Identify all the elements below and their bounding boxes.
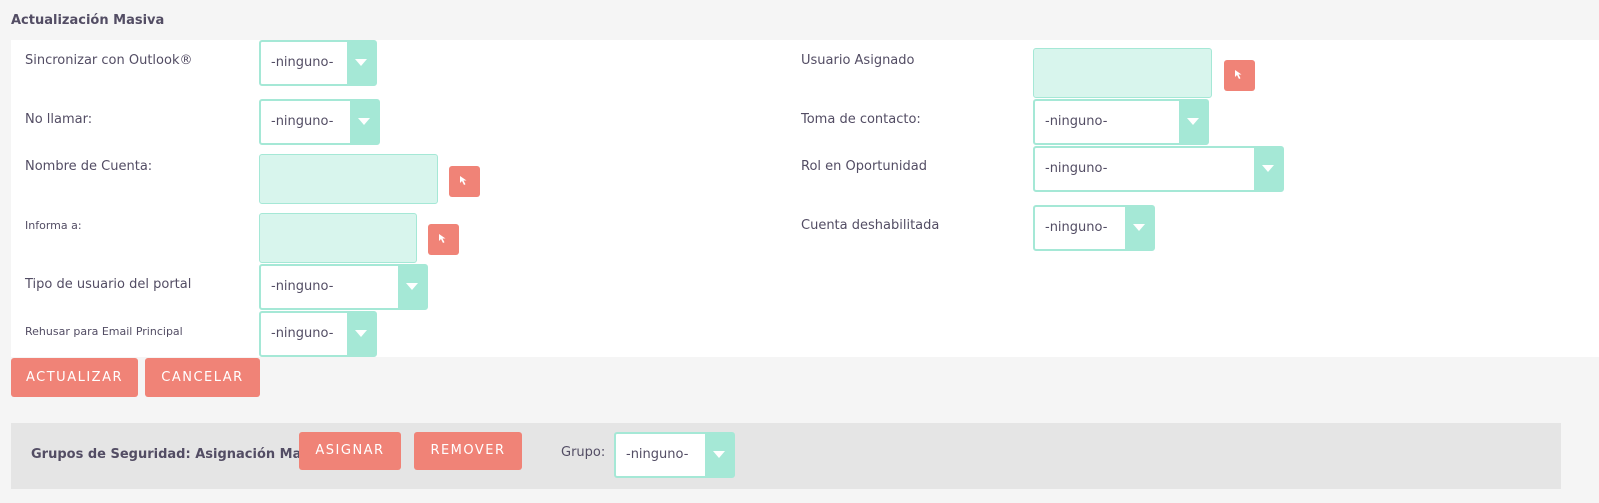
usuario-asignado-label: Usuario Asignado	[801, 53, 915, 68]
rol-oportunidad-select[interactable]: -ninguno-	[1033, 146, 1284, 192]
rehusar-email-select[interactable]: -ninguno-	[259, 311, 377, 357]
grupo-label: Grupo:	[561, 445, 606, 460]
chevron-down-icon	[1125, 207, 1153, 249]
cursor-arrow-icon	[460, 176, 467, 185]
grupo-select[interactable]: -ninguno-	[614, 432, 735, 478]
cuenta-deshabilitada-select[interactable]: -ninguno-	[1033, 205, 1155, 251]
no-llamar-value: -ninguno-	[271, 114, 334, 129]
rehusar-email-value: -ninguno-	[271, 326, 334, 341]
toma-contacto-label: Toma de contacto:	[801, 112, 921, 127]
cursor-arrow-icon	[439, 234, 446, 243]
nombre-cuenta-select-button[interactable]	[449, 166, 480, 197]
cuenta-deshabilitada-value: -ninguno-	[1045, 220, 1108, 235]
chevron-down-icon	[347, 42, 375, 84]
usuario-asignado-input[interactable]	[1033, 48, 1212, 98]
sync-outlook-value: -ninguno-	[271, 55, 334, 70]
tipo-usuario-portal-label: Tipo de usuario del portal	[25, 277, 192, 292]
informa-a-input[interactable]	[259, 213, 417, 263]
tipo-usuario-portal-select[interactable]: -ninguno-	[259, 264, 428, 310]
informa-a-label: Informa a:	[25, 219, 82, 232]
chevron-down-icon	[398, 266, 426, 308]
remover-button[interactable]: REMOVER	[414, 432, 522, 470]
tipo-usuario-portal-value: -ninguno-	[271, 279, 334, 294]
cuenta-deshabilitada-label: Cuenta deshabilitada	[801, 218, 940, 233]
rehusar-email-label: Rehusar para Email Principal	[25, 325, 183, 338]
rol-oportunidad-value: -ninguno-	[1045, 161, 1108, 176]
cursor-arrow-icon	[1235, 70, 1242, 79]
mass-update-panel: Sincronizar con Outlook® -ninguno- No ll…	[11, 40, 1599, 357]
usuario-asignado-select-button[interactable]	[1224, 60, 1255, 91]
chevron-down-icon	[347, 313, 375, 355]
no-llamar-select[interactable]: -ninguno-	[259, 99, 380, 145]
security-groups-label: Grupos de Seguridad: Asignación Masiva	[31, 447, 331, 462]
no-llamar-label: No llamar:	[25, 112, 93, 127]
sync-outlook-select[interactable]: -ninguno-	[259, 40, 377, 86]
chevron-down-icon	[705, 434, 733, 476]
nombre-cuenta-input[interactable]	[259, 154, 438, 204]
toma-contacto-select[interactable]: -ninguno-	[1033, 99, 1209, 145]
asignar-button[interactable]: ASIGNAR	[299, 432, 401, 470]
chevron-down-icon	[350, 101, 378, 143]
chevron-down-icon	[1254, 148, 1282, 190]
security-groups-bar: Grupos de Seguridad: Asignación Masiva A…	[11, 423, 1561, 489]
toma-contacto-value: -ninguno-	[1045, 114, 1108, 129]
nombre-cuenta-label: Nombre de Cuenta:	[25, 159, 153, 174]
actualizar-button[interactable]: ACTUALIZAR	[11, 358, 138, 397]
cancelar-button[interactable]: CANCELAR	[145, 358, 260, 397]
informa-a-select-button[interactable]	[428, 224, 459, 255]
grupo-value: -ninguno-	[626, 447, 689, 462]
mass-update-title: Actualización Masiva	[11, 13, 165, 28]
rol-oportunidad-label: Rol en Oportunidad	[801, 159, 927, 174]
chevron-down-icon	[1179, 101, 1207, 143]
sync-outlook-label: Sincronizar con Outlook®	[25, 53, 193, 68]
